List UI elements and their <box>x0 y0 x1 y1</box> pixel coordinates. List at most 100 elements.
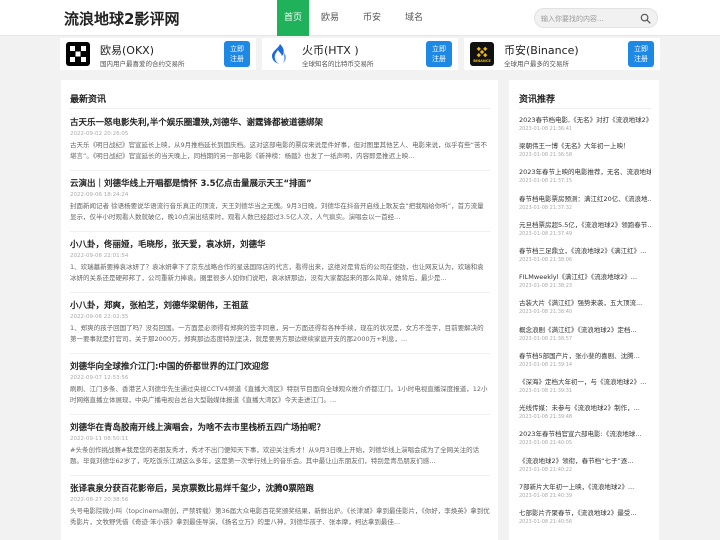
register-button-binance[interactable]: 立即 注册 <box>628 41 654 67</box>
news-item: 刘德华向全球推介江门:中国的侨都世界的江门欢迎您 2022-09-07 12:5… <box>70 360 490 415</box>
recommend-item: 概念浪剧《满江红》《流浪地球2》定档... 2023-01-08 21:38:57 <box>519 324 651 342</box>
recommend-item: 古装大片《满江红》强势来袭，五大顶流... 2023-01-08 21:38:40 <box>519 297 651 315</box>
recommend-sidebar: 资讯推荐 2023春节档电影,《无名》对打《流浪地球2》 2023-01-08 2… <box>509 80 659 540</box>
recommend-title[interactable]: 七部影片齐聚春节，《流浪地球2》最受... <box>519 507 651 517</box>
search-box <box>534 8 658 28</box>
recommend-time: 2023-01-08 21:37:49 <box>519 230 573 237</box>
search-input[interactable] <box>541 12 637 25</box>
recommend-time: 2023-01-08 21:39:14 <box>519 361 573 368</box>
exchange-desc: 全球知名的比特币交易所 <box>302 60 374 68</box>
divider <box>70 231 490 232</box>
exchange-cards: 欧易(OKX) 国内用户最喜爱的合约交易所 立即 注册 火币(HTX ) 全球知… <box>60 38 660 70</box>
news-excerpt: 刷刷、江门多条、香港艺人刘德华先生通过央视CCTV4频道《直播大湾区》特别节目面… <box>70 385 488 404</box>
news-excerpt: 1、郑爽的孩子回国了吗？没有回国。一方面是必须得有郑爽的签字同意，另一方面还得有… <box>70 324 484 343</box>
recommend-item: 春节档5部国产片，张小斐的喜剧、沈腾... 2023-01-08 21:39:14 <box>519 350 651 368</box>
register-button-htx[interactable]: 立即 注册 <box>426 41 452 67</box>
recommend-time: 2023-01-08 21:40:22 <box>519 466 573 473</box>
nav-item-domain[interactable]: 域名 <box>393 0 435 36</box>
news-item: 云演出｜刘德华线上开唱都是情怀 3.5亿点击量展示天王“排面” 2022-09-… <box>70 177 490 232</box>
recommend-title[interactable]: 2023春节档电影,《无名》对打《流浪地球2》 <box>519 114 651 124</box>
register-button-label: 立即 <box>230 45 244 53</box>
main-nav: 首页 欧易 币安 域名 <box>277 0 435 36</box>
news-excerpt: #头条创作挑战赛#我是您的老朋友秀才，秀才不出门便知天下事，欢迎关注秀才！从9月… <box>70 446 480 465</box>
search-icon[interactable] <box>640 13 651 24</box>
recommend-title[interactable]: 春节档三足鼎立，《流浪地球2》《满江红》... <box>519 245 651 255</box>
recommend-time: 2023-01-08 21:37:15 <box>519 178 573 185</box>
divider <box>70 353 490 354</box>
recommend-title[interactable]: 《流浪地球2》领衔，春节档“七子”逐... <box>519 455 651 465</box>
news-time: 2022-08-27 20:38:56 <box>70 497 129 503</box>
news-item: 小八卦，佟丽娅，毛晓彤，张天爱，袁冰妍，刘德华 2022-09-06 22:01… <box>70 238 490 293</box>
recommend-time: 2023-01-08 21:40:05 <box>519 440 573 447</box>
register-button-label: 注册 <box>634 55 648 63</box>
divider <box>70 475 490 476</box>
register-button-label: 立即 <box>634 45 648 53</box>
nav-item-home[interactable]: 首页 <box>277 0 309 36</box>
recommend-title[interactable]: 2023年春节上映的电影推荐，无名、流浪地球2 <box>519 166 651 176</box>
news-excerpt: 封面新闻记者 徐语杨要说华语流行音乐真正的顶流，天王刘德华当之无愧。9月3日晚，… <box>70 202 484 221</box>
section-title: 最新资讯 <box>70 95 107 105</box>
news-title[interactable]: 古天乐一怒电影失利,半个娱乐圈遭殃,刘德华、谢霆锋都被道德绑架 <box>70 116 490 128</box>
news-item: 张译袁泉分获百花影帝后，吴京票数比易烊千玺少，沈腾0票陪跑 2022-08-27… <box>70 482 490 528</box>
nav-item-binance[interactable]: 币安 <box>351 0 393 36</box>
recommend-title[interactable]: 梁朝伟王一博《无名》大年初一上映！ <box>519 140 651 150</box>
divider <box>70 170 490 171</box>
recommend-item: 2023春节档电影,《无名》对打《流浪地球2》 2023-01-08 21:36:… <box>519 114 651 132</box>
recommend-time: 2023-01-08 21:36:58 <box>519 152 573 159</box>
recommend-item: 《流浪地球2》领衔，春节档“七子”逐... 2023-01-08 21:40:22 <box>519 455 651 473</box>
header: 流浪地球2影评网 首页 欧易 币安 域名 <box>0 0 720 36</box>
section-title: 资讯推荐 <box>519 95 556 105</box>
news-title[interactable]: 云演出｜刘德华线上开唱都是情怀 3.5亿点击量展示天王“排面” <box>70 177 490 189</box>
recommend-title[interactable]: FILMweeklyl《满江红》《流浪地球2》... <box>519 271 651 281</box>
exchange-desc: 国内用户最喜爱的合约交易所 <box>100 60 185 68</box>
recommend-title[interactable]: 光线传媒：未参与《流浪地球2》制作，... <box>519 402 651 412</box>
recommend-item: FILMweeklyl《满江红》《流浪地球2》... 2023-01-08 21:… <box>519 271 651 289</box>
exchange-card-binance[interactable]: BINANCE 币安(Binance) 全球用户最多的交易所 立即 注册 <box>464 38 660 70</box>
register-button-label: 立即 <box>432 45 446 53</box>
register-button-okx[interactable]: 立即 注册 <box>224 41 250 67</box>
recommend-title[interactable]: 概念浪剧《满江红》《流浪地球2》定档... <box>519 324 651 334</box>
exchange-card-htx[interactable]: 火币(HTX ) 全球知名的比特币交易所 立即 注册 <box>262 38 458 70</box>
recommend-time: 2023-01-08 21:38:06 <box>519 257 573 263</box>
recommend-title[interactable]: 《深海》定档大年初一，与《流浪地球2》... <box>519 376 651 386</box>
site-logo[interactable]: 流浪地球2影评网 <box>64 8 179 29</box>
recommend-time: 2023-01-08 21:40:39 <box>519 492 573 499</box>
news-excerpt: 古天乐《明日战纪》官宣延长上映，从9月推档延长到国庆档。这对这部电影的票房来说是… <box>70 141 488 160</box>
recommend-title[interactable]: 7部新片大年初一上映，《流浪地球2》... <box>519 481 651 491</box>
news-title[interactable]: 刘德华向全球推介江门:中国的侨都世界的江门欢迎您 <box>70 360 490 372</box>
exchange-desc: 全球用户最多的交易所 <box>504 60 569 68</box>
recommend-item: 光线传媒：未参与《流浪地球2》制作，... 2023-01-08 21:39:48 <box>519 402 651 420</box>
okx-logo-icon <box>66 42 90 66</box>
recommend-time: 2023-01-08 21:38:57 <box>519 335 573 342</box>
exchange-card-okx[interactable]: 欧易(OKX) 国内用户最喜爱的合约交易所 立即 注册 <box>60 38 256 70</box>
divider <box>70 414 490 415</box>
recommend-title[interactable]: 春节档5部国产片，张小斐的喜剧、沈腾... <box>519 350 651 360</box>
news-time: 2022-09-11 08:50:11 <box>70 436 129 442</box>
exchange-name: 欧易(OKX) <box>100 44 154 57</box>
recommend-time: 2023-01-08 21:39:48 <box>519 414 573 421</box>
news-item: 古天乐一怒电影失利,半个娱乐圈遭殃,刘德华、谢霆锋都被道德绑架 2022-09-… <box>70 116 490 171</box>
exchange-name: 币安(Binance) <box>504 44 579 57</box>
recommend-title[interactable]: 元旦档票房超5.5亿，《流浪地球2》领跑春节... <box>519 219 651 229</box>
recommend-item: 2023年春节档官宣六部电影:《流浪地球... 2023-01-08 21:40:… <box>519 428 651 446</box>
binance-logo-icon: BINANCE <box>470 42 494 66</box>
recommend-time: 2023-01-08 21:39:31 <box>519 388 573 394</box>
recommend-item: 梁朝伟王一博《无名》大年初一上映！ 2023-01-08 21:36:58 <box>519 140 651 158</box>
divider <box>70 292 490 293</box>
divider <box>519 108 651 109</box>
news-time: 2022-09-06 18:24:24 <box>70 192 129 198</box>
news-excerpt: 头号电影院微小叫（topcinema原创，严禁转载）第36届大众电影百花奖颁奖结… <box>70 507 490 526</box>
news-title[interactable]: 刘德华在青岛胶南开线上演唱会，为啥不去市里栈桥五四广场拍呢？ <box>70 421 490 433</box>
news-item: 刘德华在青岛胶南开线上演唱会，为啥不去市里栈桥五四广场拍呢？ 2022-09-1… <box>70 421 490 476</box>
recommend-title[interactable]: 2023年春节档官宣六部电影:《流浪地球... <box>519 428 651 438</box>
recommend-title[interactable]: 古装大片《满江红》强势来袭，五大顶流... <box>519 297 651 307</box>
news-title[interactable]: 小八卦，佟丽娅，毛晓彤，张天爱，袁冰妍，刘德华 <box>70 238 490 250</box>
register-button-label: 注册 <box>230 55 244 63</box>
news-title[interactable]: 张译袁泉分获百花影帝后，吴京票数比易烊千玺少，沈腾0票陪跑 <box>70 482 490 494</box>
recommend-title[interactable]: 春节档电影票房预测：满江红20亿、《流浪地... <box>519 193 651 203</box>
nav-item-okx[interactable]: 欧易 <box>309 0 351 36</box>
news-title[interactable]: 小八卦，郑爽，张柏芝，刘德华梁朝伟，王祖蓝 <box>70 299 490 311</box>
recommend-time: 2023-01-08 21:38:23 <box>519 283 573 290</box>
recommend-item: 《深海》定档大年初一，与《流浪地球2》... 2023-01-08 21:39:3… <box>519 376 651 394</box>
news-excerpt: 1、欢瑞墓新要捧袁冰妍了？袁冰妍拿下了京东战略合作的星选国际店的代言，看得出来，… <box>70 263 484 282</box>
